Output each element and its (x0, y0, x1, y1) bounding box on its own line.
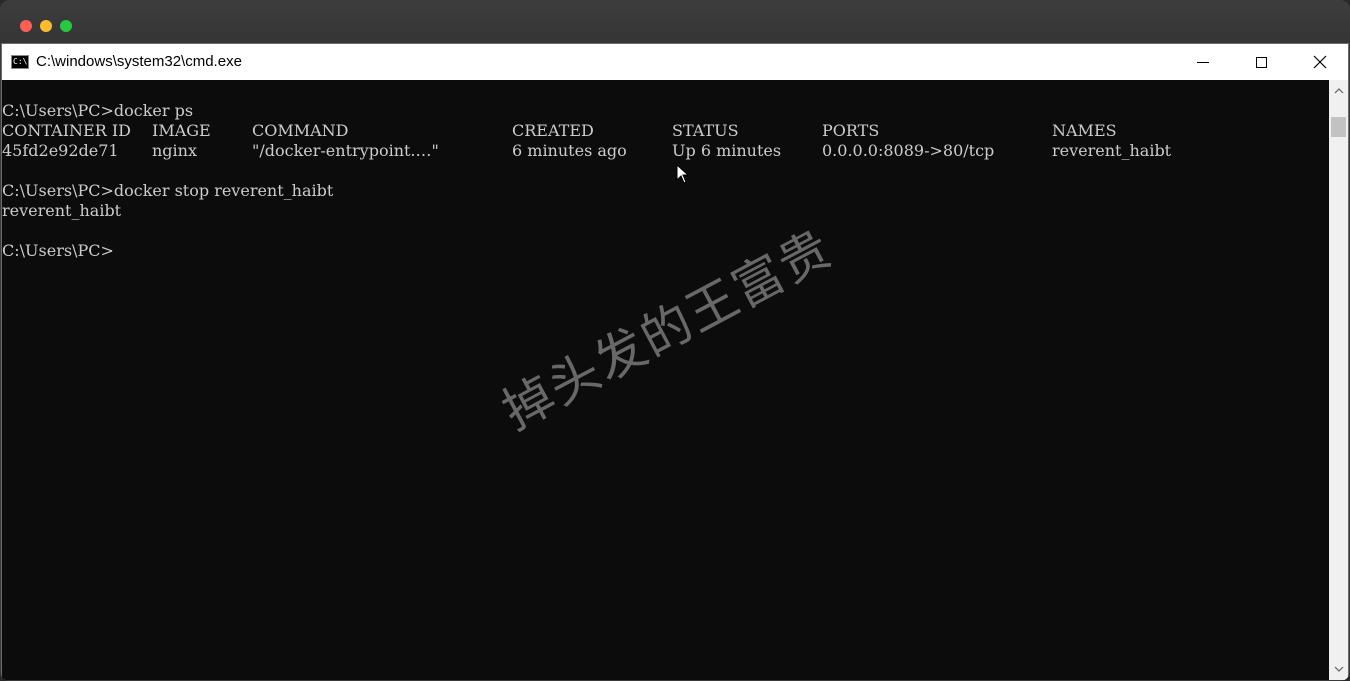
header-created: CREATED (512, 121, 594, 140)
minimize-icon (1197, 61, 1209, 63)
header-ports: PORTS (822, 121, 880, 140)
cmd-app-icon: C:\ (11, 55, 29, 69)
header-status: STATUS (672, 121, 739, 140)
window-title: C:\windows\system32\cmd.exe (36, 53, 242, 70)
mac-title-bar (0, 0, 1350, 43)
watermark-text: 掉头发的王富贵 (493, 218, 842, 441)
minimize-traffic-light[interactable] (40, 20, 52, 32)
scroll-thumb[interactable] (1331, 117, 1346, 137)
row-command: "/docker-entrypoint.…" (252, 141, 439, 160)
row-ports: 0.0.0.0:8089->80/tcp (822, 141, 995, 160)
cmd-window: C:\ C:\windows\system32\cmd.exe C:\Users… (1, 43, 1349, 680)
header-names: NAMES (1052, 121, 1117, 140)
zoom-traffic-light[interactable] (60, 20, 72, 32)
mouse-pointer-icon (676, 164, 690, 184)
row-status: Up 6 minutes (672, 141, 782, 160)
chevron-down-icon (1334, 666, 1343, 672)
minimize-button[interactable] (1174, 44, 1232, 80)
mac-window-frame: C:\ C:\windows\system32\cmd.exe C:\Users… (0, 0, 1350, 681)
close-traffic-light[interactable] (20, 20, 32, 32)
window-titlebar[interactable]: C:\ C:\windows\system32\cmd.exe (2, 44, 1348, 80)
row-created: 6 minutes ago (512, 141, 627, 160)
row-container-id: 45fd2e92de71 (2, 141, 119, 160)
console-line-docker-ps: C:\Users\PC>docker ps (2, 101, 194, 120)
close-button[interactable] (1291, 44, 1349, 80)
row-image: nginx (152, 141, 197, 160)
maximize-button[interactable] (1232, 44, 1290, 80)
close-icon (1313, 55, 1327, 69)
console-prompt[interactable]: C:\Users\PC> (2, 241, 114, 261)
ps-data-row: 45fd2e92de71 nginx "/docker-entrypoint.…… (2, 141, 1302, 161)
header-image: IMAGE (152, 121, 211, 140)
row-names: reverent_haibt (1052, 141, 1172, 160)
console-line-docker-stop: C:\Users\PC>docker stop reverent_haibt (2, 181, 334, 200)
header-container-id: CONTAINER ID (2, 121, 131, 140)
header-command: COMMAND (252, 121, 349, 140)
scroll-up-button[interactable] (1329, 82, 1348, 100)
ps-header-row: CONTAINER ID IMAGE COMMAND CREATED STATU… (2, 121, 1302, 141)
console-line-stop-output: reverent_haibt (2, 201, 122, 220)
maximize-icon (1255, 56, 1267, 68)
scroll-down-button[interactable] (1329, 660, 1348, 678)
console-output[interactable]: C:\Users\PC>docker ps CONTAINER ID IMAGE… (2, 80, 1329, 680)
vertical-scrollbar[interactable] (1329, 80, 1348, 680)
chevron-up-icon (1334, 88, 1343, 94)
